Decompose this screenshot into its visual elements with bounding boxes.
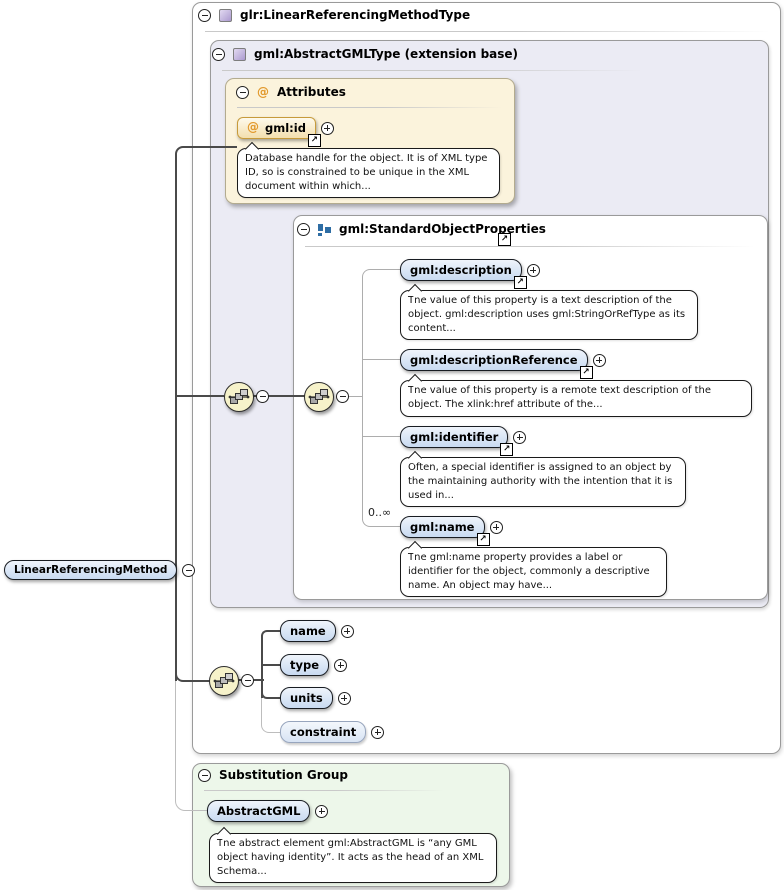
element-label: constraint bbox=[290, 725, 356, 739]
expand-icon[interactable] bbox=[593, 354, 606, 367]
expand-icon[interactable] bbox=[338, 692, 351, 705]
attribute-gml-id[interactable]: @ gml:id ↗ bbox=[237, 117, 316, 139]
connector bbox=[175, 155, 177, 681]
connector bbox=[175, 681, 207, 811]
expand-icon[interactable] bbox=[334, 659, 347, 672]
element-label: name bbox=[290, 624, 326, 638]
model-group-icon bbox=[318, 223, 331, 236]
collapse-icon[interactable] bbox=[212, 48, 225, 61]
element-label: gml:descriptionReference bbox=[410, 353, 578, 367]
element-units[interactable]: units bbox=[280, 687, 333, 709]
connector bbox=[176, 395, 224, 397]
documentation-gml-id: Database handle for the object. It is of… bbox=[237, 148, 500, 198]
collapse-icon[interactable] bbox=[256, 390, 269, 403]
collapse-icon[interactable] bbox=[336, 390, 349, 403]
goto-definition-icon[interactable]: ↗ bbox=[498, 233, 511, 246]
expand-icon[interactable] bbox=[341, 625, 354, 638]
expand-icon[interactable] bbox=[315, 805, 328, 818]
element-label: gml:name bbox=[410, 520, 475, 534]
expand-icon[interactable] bbox=[321, 122, 334, 135]
element-gml-name[interactable]: gml:name ↗ bbox=[400, 516, 485, 538]
goto-definition-icon[interactable]: ↗ bbox=[500, 443, 513, 456]
documentation-gml-identifier: Often, a special identifier is assigned … bbox=[400, 457, 686, 507]
attribute-icon: @ bbox=[247, 121, 259, 134]
connector bbox=[362, 280, 363, 520]
documentation-gml-description: The value of this property is a text des… bbox=[400, 290, 698, 340]
expand-icon[interactable] bbox=[371, 726, 384, 739]
sequence-icon[interactable] bbox=[224, 382, 254, 412]
connector bbox=[263, 664, 280, 666]
divider bbox=[205, 31, 770, 32]
connector bbox=[363, 436, 400, 437]
attributes-title: Attributes bbox=[277, 85, 346, 99]
complex-type-title: glr:LinearReferencingMethodType bbox=[240, 8, 470, 22]
divider bbox=[237, 107, 502, 108]
goto-definition-icon[interactable]: ↗ bbox=[308, 134, 321, 147]
connector bbox=[175, 146, 237, 158]
element-label: type bbox=[290, 658, 319, 672]
complex-type-icon bbox=[233, 48, 246, 61]
collapse-icon[interactable] bbox=[241, 674, 254, 687]
connector bbox=[261, 698, 280, 733]
collapse-icon[interactable] bbox=[198, 9, 211, 22]
substitution-group-title: Substitution Group bbox=[219, 768, 348, 782]
documentation-gml-descriptionReference: The value of this property is a remote t… bbox=[400, 380, 752, 417]
expand-icon[interactable] bbox=[513, 431, 526, 444]
goto-definition-icon[interactable]: ↗ bbox=[514, 276, 527, 289]
schema-diagram: glr:LinearReferencingMethodType gml:Abst… bbox=[0, 0, 784, 890]
sequence-icon[interactable] bbox=[209, 666, 239, 696]
attribute-label: gml:id bbox=[265, 121, 306, 135]
connector bbox=[348, 396, 362, 397]
documentation-gml-name: The gml:name property provides a label o… bbox=[400, 547, 667, 597]
element-constraint[interactable]: constraint bbox=[280, 721, 366, 743]
element-gml-description[interactable]: gml:description ↗ bbox=[400, 259, 522, 281]
element-gml-descriptionReference[interactable]: gml:descriptionReference ↗ bbox=[400, 349, 588, 371]
element-label: gml:identifier bbox=[410, 430, 498, 444]
element-label: AbstractGML bbox=[217, 804, 300, 818]
element-LinearReferencingMethod[interactable]: LinearReferencingMethod bbox=[4, 560, 177, 580]
connector bbox=[362, 269, 400, 283]
occurrence-label: 0..∞ bbox=[368, 506, 391, 519]
connector bbox=[363, 359, 400, 360]
element-label: LinearReferencingMethod bbox=[14, 564, 167, 576]
divider bbox=[305, 246, 755, 247]
element-type[interactable]: type bbox=[280, 654, 329, 676]
divider bbox=[222, 70, 642, 71]
element-label: units bbox=[290, 691, 323, 705]
collapse-icon[interactable] bbox=[198, 769, 211, 782]
element-name[interactable]: name bbox=[280, 620, 336, 642]
expand-icon[interactable] bbox=[527, 264, 540, 277]
element-AbstractGML[interactable]: AbstractGML bbox=[207, 800, 310, 822]
extension-base-title: gml:AbstractGMLType (extension base) bbox=[254, 47, 518, 61]
attribute-icon: @ bbox=[257, 86, 269, 99]
goto-definition-icon[interactable]: ↗ bbox=[477, 533, 490, 546]
goto-definition-icon[interactable]: ↗ bbox=[580, 366, 593, 379]
divider bbox=[204, 790, 444, 791]
expand-icon[interactable] bbox=[490, 521, 503, 534]
complex-type-icon bbox=[219, 9, 232, 22]
documentation-AbstractGML: The abstract element gml:AbstractGML is … bbox=[209, 833, 497, 883]
connector bbox=[261, 630, 280, 642]
collapse-icon[interactable] bbox=[297, 223, 310, 236]
element-label: gml:description bbox=[410, 263, 512, 277]
sequence-icon[interactable] bbox=[304, 382, 334, 412]
collapse-icon[interactable] bbox=[236, 86, 249, 99]
group-title: gml:StandardObjectProperties bbox=[339, 222, 546, 236]
element-gml-identifier[interactable]: gml:identifier ↗ bbox=[400, 426, 508, 448]
collapse-icon[interactable] bbox=[182, 564, 195, 577]
